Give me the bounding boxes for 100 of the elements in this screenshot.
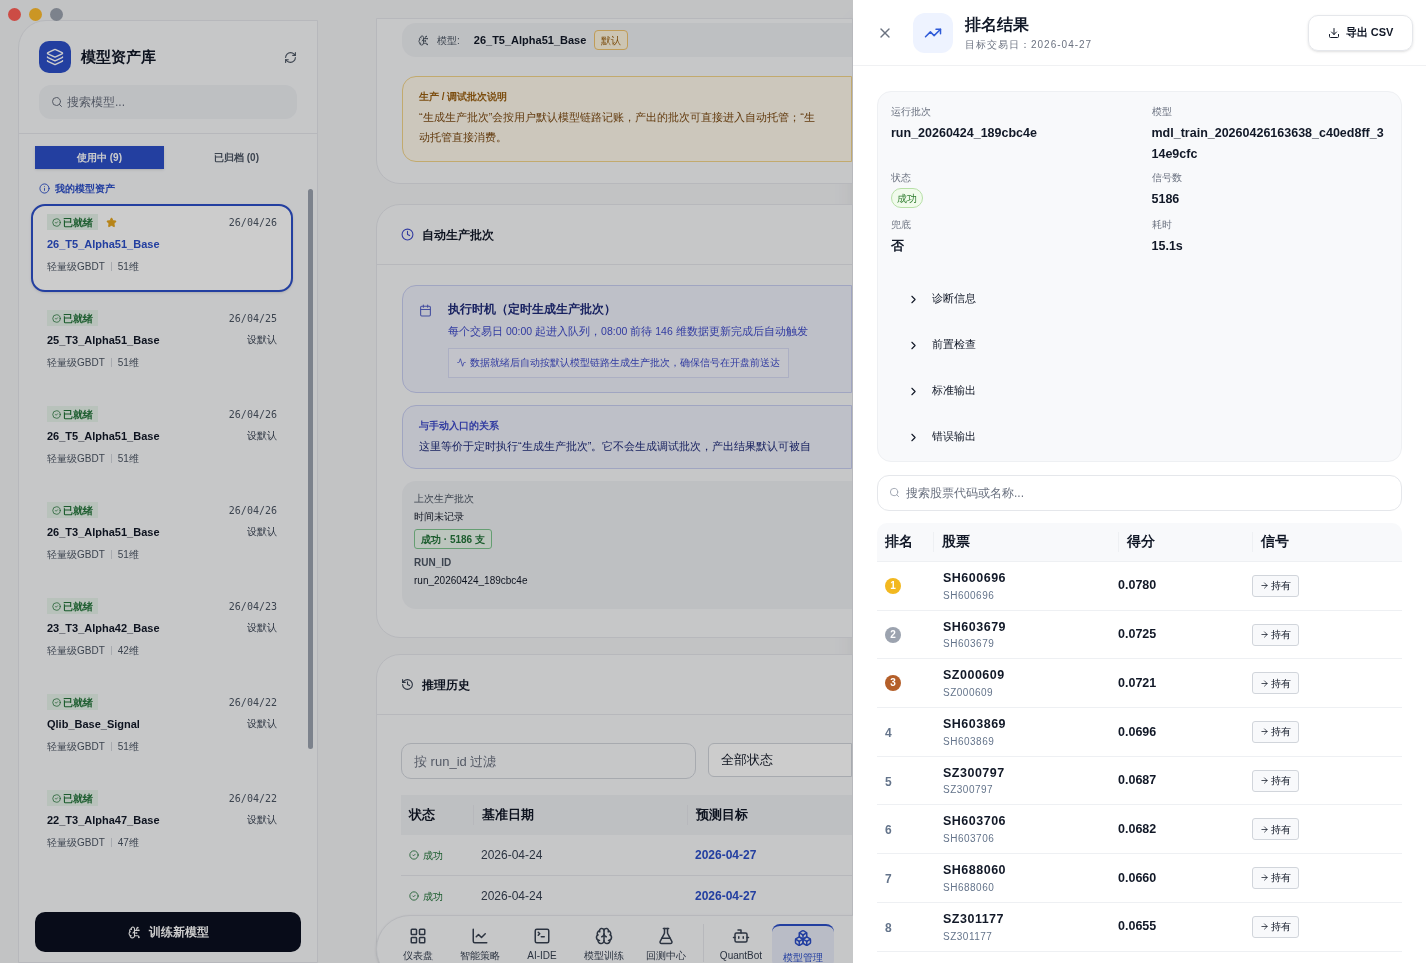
model-name: 23_T3_Alpha42_Base <box>47 621 160 636</box>
rank-number: 8 <box>885 920 892 935</box>
stock-code: SH603869 <box>943 716 1007 734</box>
column-header: 基准日期 <box>473 805 687 825</box>
check-icon <box>52 409 61 419</box>
status-badge: 已就绪 <box>47 214 98 230</box>
nav-item[interactable]: 模型管理 <box>772 924 834 963</box>
model-dims: 51维 <box>117 547 139 562</box>
model-name: Qlib_Base_Signal <box>47 717 140 732</box>
check-icon <box>409 891 419 901</box>
table-cell-text: 2026-04-24 <box>480 847 544 864</box>
scrollbar[interactable] <box>308 189 313 749</box>
status-badge: 已就绪 <box>47 694 98 710</box>
field-value: mdl_train_20260426163638_c40ed8ff_314e9cfc <box>1151 125 1385 163</box>
field-value: 否 <box>891 238 904 255</box>
search-field[interactable]: 搜索股票代码或名称... <box>877 475 1402 511</box>
collapsible-section[interactable]: 标准输出 <box>891 368 976 414</box>
stock-code: SZ300797 <box>943 764 1005 782</box>
stock-code: SZ000609 <box>943 667 1005 685</box>
score-cell-text: 0.0655 <box>1118 918 1158 936</box>
nav-item[interactable]: QuantBot <box>710 924 772 963</box>
set-default-button[interactable]: 设默认 <box>247 716 277 731</box>
table-cell-text: 2026-04-24 <box>480 888 544 905</box>
tab[interactable]: 使用中 (9) <box>35 146 164 169</box>
arrow-icon <box>1260 776 1269 786</box>
nav-item[interactable]: 回测中心 <box>635 924 697 963</box>
model-card[interactable]: 已就绪 26/04/26 26_T5_Alpha51_Base 轻量级GBDT 51维 <box>31 204 293 292</box>
set-default-button[interactable]: 设默认 <box>247 812 277 827</box>
check-icon <box>52 313 61 323</box>
collapsible-section[interactable]: 前置检查 <box>891 322 976 368</box>
set-default-button[interactable]: 设默认 <box>247 428 277 443</box>
collapsible-section[interactable]: 诊断信息 <box>891 276 976 322</box>
pulse-icon <box>457 358 466 368</box>
column-header: 状态 <box>407 806 436 825</box>
status-badge: 已就绪 <box>47 502 98 518</box>
export-button[interactable]: 导出 CSV <box>1308 14 1413 51</box>
notice-title: 生产 / 调试批次说明 <box>419 90 508 104</box>
nav-item[interactable]: 智能策略 <box>449 924 511 963</box>
field-label: 兜底 <box>891 218 911 232</box>
medal-icon: 3 <box>885 675 901 692</box>
model-date: 26/04/26 <box>228 407 277 422</box>
score-cell-text: 0.0721 <box>1118 674 1158 692</box>
model-card[interactable]: 已就绪 26/04/23 23_T3_Alpha42_Base 轻量级GBDT 42维 设默认 <box>31 588 293 676</box>
check-icon <box>52 601 61 611</box>
column-header: 信号 <box>1252 531 1289 553</box>
status-badge: 已就绪 <box>47 598 98 614</box>
flask-icon <box>657 927 675 945</box>
brain-icon <box>127 925 141 939</box>
field-value: 时间未记录 <box>414 510 464 524</box>
set-default-button[interactable]: 设默认 <box>247 620 277 635</box>
app-logo <box>39 41 71 73</box>
nav-item[interactable]: 仪表盘 <box>387 924 449 963</box>
column-header: 排名 <box>884 532 914 551</box>
set-default-button[interactable]: 设默认 <box>247 332 277 347</box>
grid-icon <box>409 927 427 945</box>
tab[interactable]: 已归档 (0) <box>172 146 301 169</box>
status-badge: 已就绪 <box>47 310 98 326</box>
model-card[interactable]: 已就绪 26/04/26 26_T5_Alpha51_Base 轻量级GBDT 51维 设默认 <box>31 396 293 484</box>
arrow-icon <box>1260 581 1269 591</box>
model-dims: 47维 <box>117 835 139 850</box>
model-date: 26/04/23 <box>228 599 277 614</box>
card-title: 自动生产批次 <box>422 226 494 244</box>
filter-field[interactable]: 按 run_id 过滤 <box>401 743 696 779</box>
train-model-button[interactable]: 训练新模型 <box>35 912 301 952</box>
status-select[interactable]: 全部状态 <box>708 743 852 777</box>
model-type: 轻量级GBDT <box>47 547 105 562</box>
field-value: 15.1s <box>1151 238 1183 255</box>
model-card[interactable]: 已就绪 26/04/26 26_T3_Alpha51_Base 轻量级GBDT 51维 设默认 <box>31 492 293 580</box>
arrow-icon <box>1260 630 1269 640</box>
brain-icon <box>418 34 429 46</box>
check-icon <box>52 217 61 227</box>
status-cell: 成功 <box>401 888 473 904</box>
window-zoom-control[interactable] <box>50 8 63 21</box>
refresh-icon[interactable] <box>284 50 297 64</box>
status-badge: 已就绪 <box>47 406 98 422</box>
search-icon <box>889 487 900 498</box>
signal-tag: 持有 <box>1252 720 1299 743</box>
score-cell-text: 0.0660 <box>1118 869 1158 887</box>
set-default-button[interactable]: 设默认 <box>247 524 277 539</box>
model-type: 轻量级GBDT <box>47 355 105 370</box>
stock-subcode: SH600696 <box>943 588 995 603</box>
window-minimize-control[interactable] <box>29 8 42 21</box>
model-card[interactable]: 已就绪 26/04/22 Qlib_Base_Signal 轻量级GBDT 51维 设默认 <box>31 684 293 772</box>
nav-item[interactable]: AI-IDE <box>511 924 573 963</box>
window-close-control[interactable] <box>8 8 21 21</box>
model-card[interactable]: 已就绪 26/04/22 22_T3_Alpha47_Base 轻量级GBDT 47维 设默认 <box>31 780 293 868</box>
model-dims: 51维 <box>117 451 139 466</box>
stock-subcode: SH688060 <box>943 880 995 895</box>
model-name: 26_T5_Alpha51_Base <box>47 237 160 252</box>
signal-tag: 持有 <box>1252 818 1299 841</box>
search-field[interactable]: 搜索模型... <box>39 85 297 119</box>
score-cell-text: 0.0687 <box>1118 772 1158 790</box>
nav-item[interactable]: 模型训练 <box>573 924 635 963</box>
check-icon <box>409 850 419 860</box>
field-label: 信号数 <box>1151 171 1182 185</box>
signal-tag: 持有 <box>1252 866 1299 889</box>
collapsible-section[interactable]: 错误输出 <box>891 414 976 460</box>
model-date: 26/04/25 <box>228 311 277 326</box>
info-icon <box>39 183 50 194</box>
model-card[interactable]: 已就绪 26/04/25 25_T3_Alpha51_Base 轻量级GBDT 51维 设默认 <box>31 300 293 388</box>
